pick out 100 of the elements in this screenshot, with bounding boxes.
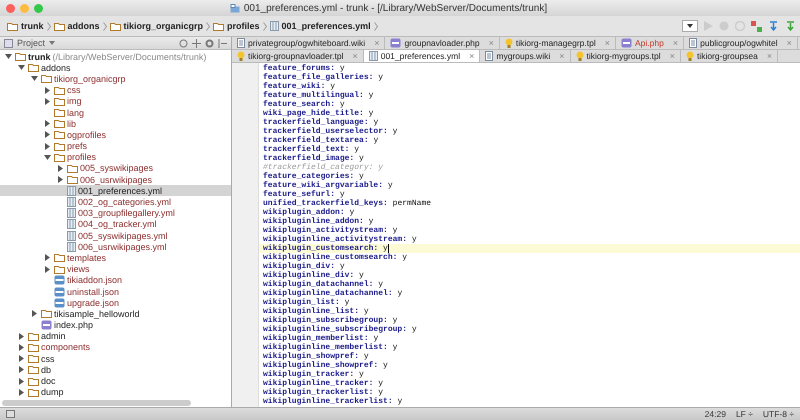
- folder-icon: [28, 354, 39, 364]
- breadcrumb-item[interactable]: tikiorg_organicgrp: [106, 21, 206, 31]
- panel-toggle-icon[interactable]: [6, 410, 15, 418]
- collapsed-arrow-icon[interactable]: [44, 266, 51, 273]
- tree-item[interactable]: 002_og_categories.yml: [0, 196, 231, 208]
- folder-icon: [28, 376, 39, 386]
- editor-tab[interactable]: tikiorg-groupsea ×: [680, 50, 778, 62]
- tree-item[interactable]: 004_og_tracker.yml: [0, 218, 231, 230]
- editor-tab[interactable]: tikiorg-managegrp.tpl ×: [500, 37, 616, 49]
- expanded-arrow-icon[interactable]: [31, 75, 38, 82]
- folder-icon: [54, 96, 65, 106]
- tree-item[interactable]: lib: [0, 118, 231, 130]
- folder-icon: [67, 164, 78, 173]
- breadcrumb-item[interactable]: trunk: [4, 21, 46, 31]
- caret-position[interactable]: 24:29: [704, 409, 726, 419]
- code-line: wikipluginline_tracker: y: [262, 379, 384, 388]
- collapsed-arrow-icon[interactable]: [57, 176, 64, 184]
- tree-item[interactable]: tikiaddon.json: [0, 274, 231, 286]
- vcs-update-icon[interactable]: [768, 20, 779, 32]
- breadcrumb-item[interactable]: profiles: [210, 21, 263, 31]
- folder-icon: [41, 74, 52, 84]
- editor-tab[interactable]: Api.php ×: [616, 37, 684, 49]
- tree-item[interactable]: tikisample_helloworld: [0, 308, 231, 320]
- tree-item[interactable]: addons: [0, 62, 231, 74]
- editor-tab[interactable]: tikiorg-groupnavloader.tpl ×: [232, 50, 364, 62]
- project-view-icon: [4, 38, 13, 48]
- expanded-arrow-icon[interactable]: [18, 64, 25, 72]
- caret-icon[interactable]: [687, 24, 693, 28]
- collapsed-arrow-icon[interactable]: [44, 98, 51, 105]
- tree-item[interactable]: tikiorg_organicgrp: [0, 73, 231, 85]
- editor-tab[interactable]: publicgroup/ogwhitel ×: [684, 37, 798, 49]
- collapsed-arrow-icon[interactable]: [44, 131, 51, 138]
- collapsed-arrow-icon[interactable]: [18, 366, 25, 374]
- tree-item[interactable]: css: [0, 84, 231, 96]
- tree-item[interactable]: 006_usrwikipages: [0, 174, 231, 186]
- tree-item[interactable]: 005_syswikipages.yml: [0, 230, 231, 242]
- tree-item[interactable]: uninstall.json: [0, 286, 231, 298]
- collapsed-arrow-icon[interactable]: [57, 164, 64, 172]
- tree-item[interactable]: admin: [0, 330, 231, 342]
- collapsed-arrow-icon[interactable]: [31, 310, 38, 318]
- breadcrumb-item[interactable]: 001_preferences.yml: [266, 21, 374, 31]
- tree-item[interactable]: index.php: [0, 320, 231, 331]
- collapsed-arrow-icon[interactable]: [18, 344, 25, 351]
- collapsed-arrow-icon[interactable]: [18, 378, 25, 385]
- collapsed-arrow-icon[interactable]: [18, 355, 25, 362]
- editor-tab[interactable]: groupnavloader.php ×: [385, 37, 500, 49]
- hide-panel-icon[interactable]: [218, 38, 227, 48]
- expanded-arrow-icon[interactable]: [44, 154, 51, 161]
- collapsed-arrow-icon[interactable]: [18, 388, 25, 396]
- code-line: wikiplugin_showpref: y: [262, 352, 370, 361]
- editor-tab[interactable]: mygroups.wiki ×: [480, 50, 570, 62]
- run-configuration-dropdown[interactable]: [682, 20, 698, 32]
- panel-title[interactable]: Project: [17, 38, 46, 48]
- tree-item[interactable]: views: [0, 264, 231, 275]
- folder-icon: [28, 342, 39, 352]
- editor-tab[interactable]: 001_preferences.yml ×: [364, 50, 480, 62]
- editor-tab[interactable]: tikiorg-mygroups.tpl ×: [570, 50, 681, 62]
- tree-item[interactable]: db: [0, 364, 231, 376]
- file-icon: [67, 242, 76, 252]
- gear-icon[interactable]: [205, 38, 214, 48]
- tree-item[interactable]: dump: [0, 386, 231, 398]
- code-line: unified_trackerfield_keys: permName: [262, 199, 432, 208]
- target-icon[interactable]: [179, 38, 188, 48]
- editor-tab[interactable]: privategroup/ogwhiteboard.wiki ×: [232, 37, 386, 49]
- collapsed-arrow-icon[interactable]: [44, 120, 51, 128]
- tree-item[interactable]: components: [0, 342, 231, 354]
- code-line: trackerfield_userselector: y: [262, 127, 398, 136]
- tree-item[interactable]: lang: [0, 106, 231, 118]
- collapsed-arrow-icon[interactable]: [44, 86, 51, 94]
- folder-icon: [41, 309, 52, 318]
- tree-item[interactable]: 003_groupfilegallery.yml: [0, 208, 231, 219]
- close-tab-icon[interactable]: ×: [469, 51, 474, 61]
- json-file-icon: [54, 286, 65, 297]
- code-line: wiki_page_hide_title: y: [262, 109, 374, 118]
- tree-item[interactable]: ogprofiles: [0, 129, 231, 140]
- tree-item[interactable]: templates: [0, 252, 231, 264]
- tree-item[interactable]: doc: [0, 375, 231, 387]
- tree-item[interactable]: 005_syswikipages: [0, 162, 231, 174]
- horizontal-scrollbar[interactable]: [2, 400, 191, 406]
- folder-icon: [110, 22, 121, 30]
- expanded-arrow-icon[interactable]: [5, 53, 12, 60]
- tree-item[interactable]: css: [0, 353, 231, 364]
- collapse-icon[interactable]: [192, 38, 201, 48]
- file-icon: [368, 51, 378, 61]
- tree-item[interactable]: 001_preferences.yml: [0, 185, 231, 196]
- tree-item[interactable]: 006_usrwikipages.yml: [0, 241, 231, 252]
- tree-item[interactable]: trunk (/Library/WebServer/Documents/trunk): [0, 51, 231, 62]
- code-line: wikipluginline_trackerlist: y: [262, 397, 404, 406]
- tree-item[interactable]: prefs: [0, 140, 231, 152]
- collapsed-arrow-icon[interactable]: [44, 254, 51, 262]
- collapsed-arrow-icon[interactable]: [18, 332, 25, 340]
- code-line: trackerfield_textarea: y: [262, 136, 380, 145]
- breadcrumb-item[interactable]: addons: [50, 21, 103, 31]
- tree-item[interactable]: upgrade.json: [0, 297, 231, 308]
- collapsed-arrow-icon[interactable]: [44, 142, 51, 150]
- tree-item[interactable]: profiles: [0, 152, 231, 163]
- code-line: feature_wiki_argvariable: y: [262, 181, 394, 190]
- tree-item[interactable]: img: [0, 96, 231, 107]
- file-encoding[interactable]: UTF-8 ÷: [762, 409, 794, 419]
- line-separator[interactable]: LF ÷: [736, 409, 753, 419]
